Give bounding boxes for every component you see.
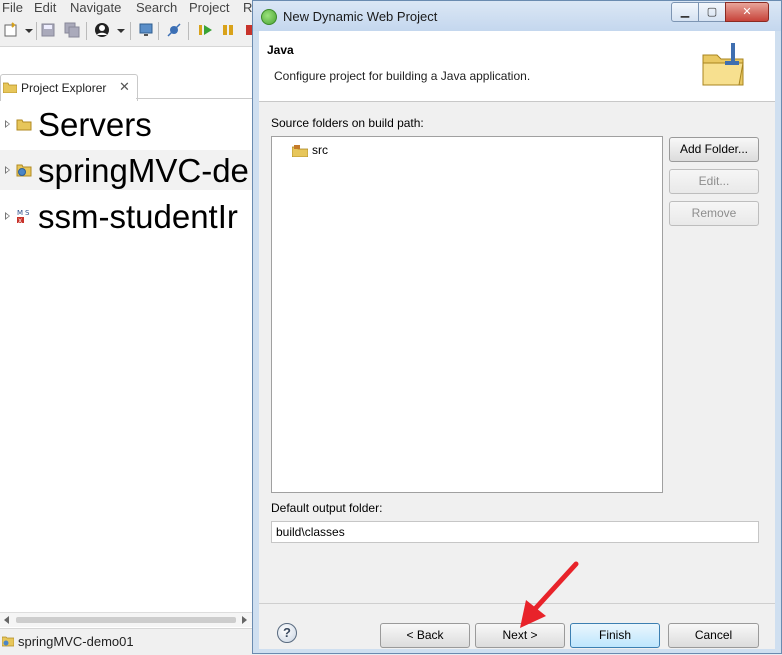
dropdown-icon[interactable] [116,22,126,38]
dialog-body: Java Configure project for building a Ja… [259,31,775,649]
tree-item-ssm[interactable]: MSX ssm-studentIr [0,196,260,236]
list-item-label: src [312,143,328,157]
svg-text:X: X [18,218,22,224]
maximize-button[interactable]: ▢ [698,2,726,22]
help-icon[interactable]: ? [277,623,297,643]
java-folder-icon [702,43,744,86]
menu-search[interactable]: Search [136,0,177,16]
menu-bar: File Edit Navigate Search Project R [0,0,260,16]
add-folder-button[interactable]: Add Folder... [669,137,759,162]
cancel-button[interactable]: Cancel [668,623,759,648]
new-dynamic-web-project-dialog: New Dynamic Web Project ▁ ▢ ✕ Java Confi… [252,0,782,654]
remove-button[interactable]: Remove [669,201,759,226]
svg-text:M: M [17,209,23,217]
edit-button[interactable]: Edit... [669,169,759,194]
output-folder-field[interactable] [271,521,759,543]
back-button[interactable]: < Back [380,623,470,648]
tree-item-servers[interactable]: Servers [0,104,260,144]
expand-arrow-icon[interactable] [5,212,10,220]
menu-edit[interactable]: Edit [34,0,56,16]
dropdown-icon[interactable] [24,22,34,38]
scroll-right-icon[interactable] [242,616,247,624]
title-bar[interactable]: New Dynamic Web Project ▁ ▢ ✕ [253,1,781,31]
menu-project[interactable]: Project [189,0,229,16]
dialog-title: New Dynamic Web Project [283,9,438,24]
tab-project-explorer[interactable]: Project Explorer ✕ [0,74,138,101]
tree-item-label: ssm-studentIr [38,198,238,235]
output-folder-label: Default output folder: [271,501,383,515]
close-icon[interactable]: ✕ [119,79,130,95]
status-bar: springMVC-demo01 [0,628,260,655]
menu-run[interactable]: R [243,0,252,16]
folder-icon [16,119,32,131]
ide-window: File Edit Navigate Search Project R Proj… [0,0,260,655]
tree-item-label: springMVC-de [38,152,249,189]
tree-item-label: Servers [38,106,152,143]
expand-arrow-icon[interactable] [5,120,10,128]
skip-breakpoints-icon[interactable] [166,22,182,38]
folder-icon [3,82,17,93]
suspend-icon[interactable] [220,22,236,38]
minimize-button[interactable]: ▁ [671,2,699,22]
new-icon[interactable] [3,22,19,38]
maven-project-icon: M SX [17,209,30,224]
save-icon[interactable] [40,22,56,38]
monitor-icon[interactable] [138,22,154,38]
svg-text:S: S [25,209,30,217]
horizontal-scrollbar[interactable] [0,612,252,627]
menu-file[interactable]: File [2,0,23,16]
tree-item-springmvc[interactable]: springMVC-de [0,150,260,190]
scroll-left-icon[interactable] [4,616,9,624]
web-project-icon [2,636,14,647]
spring-icon [261,9,277,25]
save-all-icon[interactable] [64,22,80,38]
tab-label: Project Explorer [21,81,107,95]
source-folder-icon [292,145,308,157]
resume-icon[interactable] [198,22,214,38]
web-project-icon [16,164,32,177]
close-button[interactable]: ✕ [725,2,769,22]
source-folders-label: Source folders on build path: [271,116,424,130]
source-folders-list[interactable]: src [271,136,663,493]
page-title: Java [267,43,294,57]
menu-navigate[interactable]: Navigate [70,0,121,16]
user-icon[interactable] [94,22,110,38]
page-description: Configure project for building a Java ap… [274,69,531,83]
divider [259,603,775,604]
divider [136,98,260,99]
expand-arrow-icon[interactable] [5,166,10,174]
status-text: springMVC-demo01 [18,634,134,649]
wizard-banner: Java Configure project for building a Ja… [259,31,775,102]
main-toolbar [0,16,260,47]
scroll-thumb[interactable] [16,617,236,623]
finish-button[interactable]: Finish [570,623,660,648]
next-button[interactable]: Next > [475,623,565,648]
